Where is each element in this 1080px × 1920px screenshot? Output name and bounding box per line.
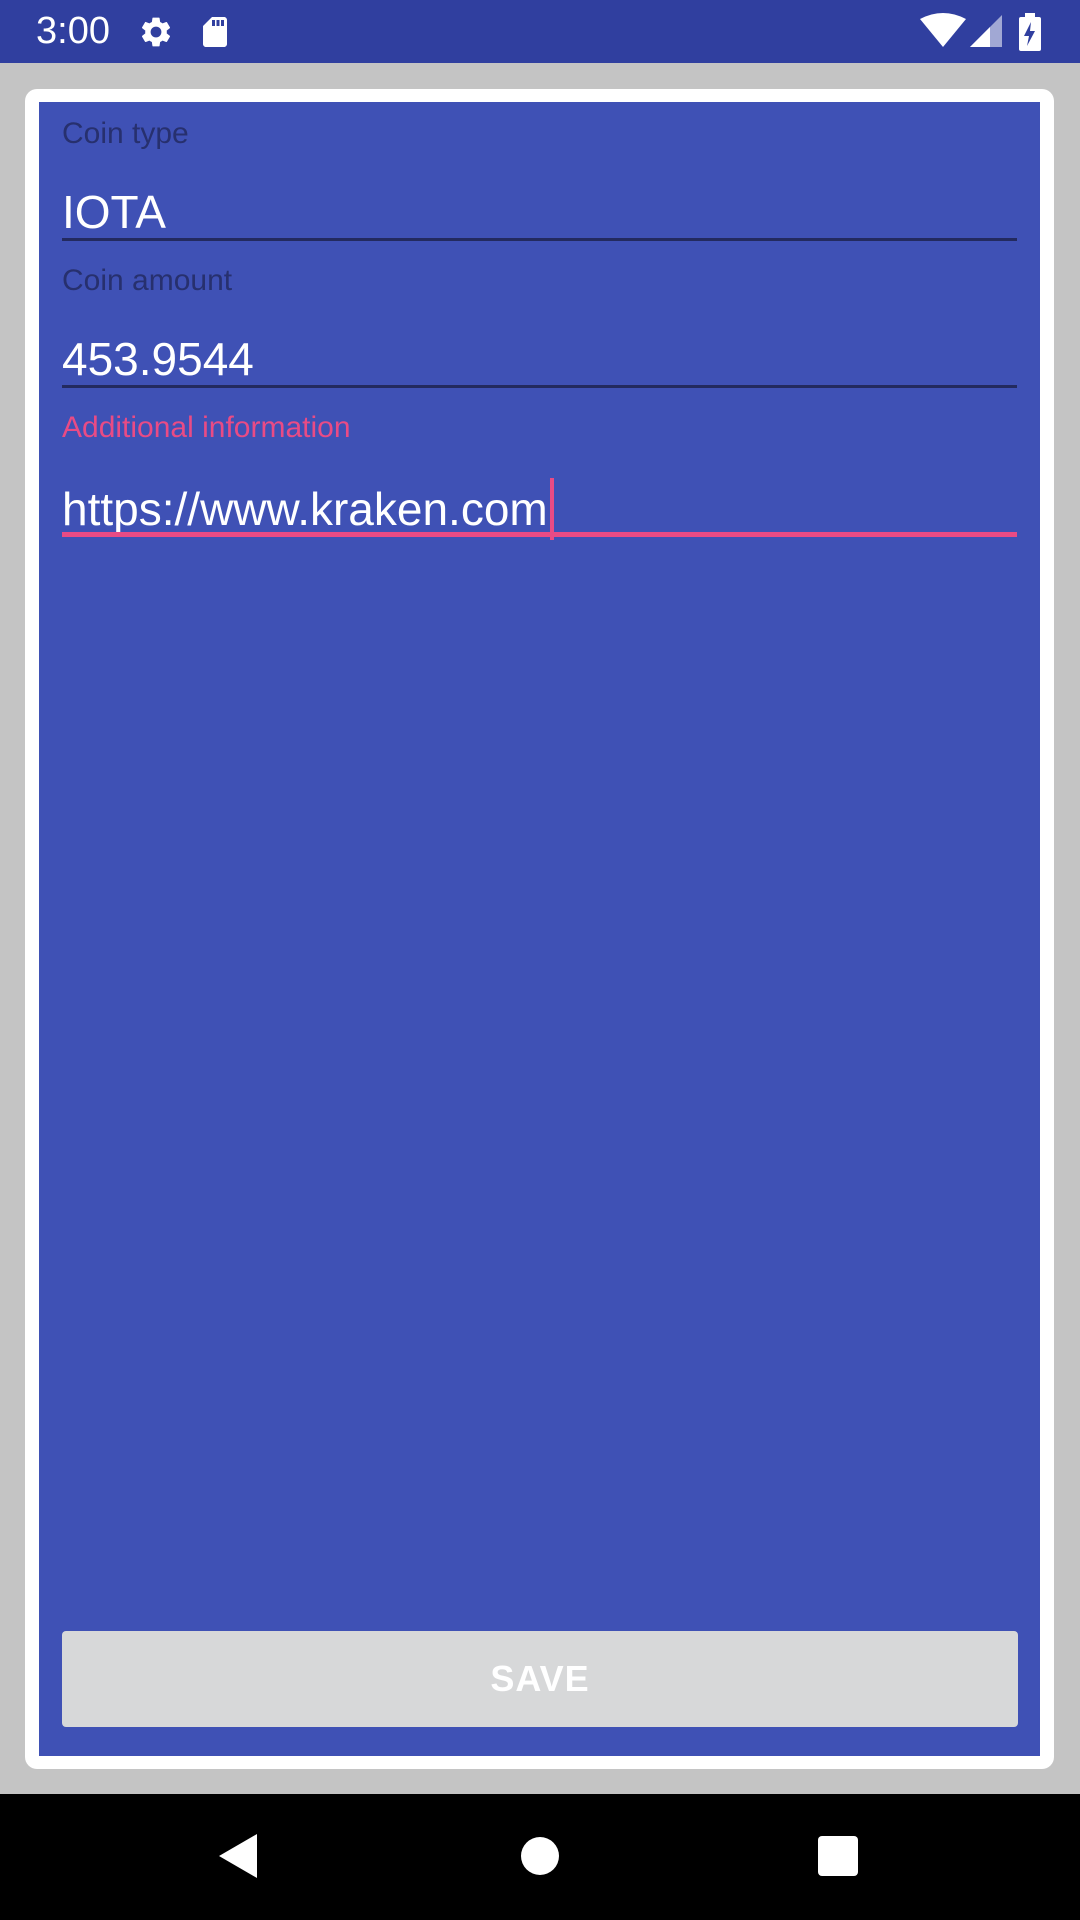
additional-information-value: https://www.kraken.com — [62, 483, 548, 535]
sd-card-icon — [197, 14, 233, 50]
text-cursor — [549, 478, 554, 540]
save-button[interactable]: SAVE — [62, 1631, 1018, 1727]
additional-information-label: Additional information — [62, 411, 351, 444]
back-icon[interactable] — [199, 1816, 279, 1896]
gear-icon — [138, 14, 174, 50]
battery-charging-icon — [1018, 13, 1042, 51]
coin-type-underline — [62, 238, 1017, 241]
coin-amount-label: Coin amount — [62, 264, 233, 297]
coin-type-field[interactable]: Coin type IOTA — [62, 116, 1017, 241]
status-time: 3:00 — [36, 10, 110, 52]
home-icon[interactable] — [500, 1816, 580, 1896]
additional-information-underline — [62, 532, 1017, 537]
additional-information-field[interactable]: Additional information https://www.krake… — [62, 410, 1017, 540]
wifi-icon — [920, 13, 966, 49]
signal-icon — [968, 13, 1004, 49]
additional-information-input[interactable]: https://www.kraken.com — [62, 478, 554, 540]
coin-amount-field[interactable]: Coin amount 453.9544 — [62, 263, 1017, 388]
coin-amount-underline — [62, 385, 1017, 388]
coin-type-label: Coin type — [62, 117, 189, 150]
status-bar: 3:00 — [0, 0, 1080, 63]
recents-icon[interactable] — [798, 1816, 878, 1896]
navigation-bar — [0, 1794, 1080, 1920]
coin-amount-value[interactable]: 453.9544 — [62, 331, 254, 387]
coin-type-value[interactable]: IOTA — [62, 184, 166, 240]
